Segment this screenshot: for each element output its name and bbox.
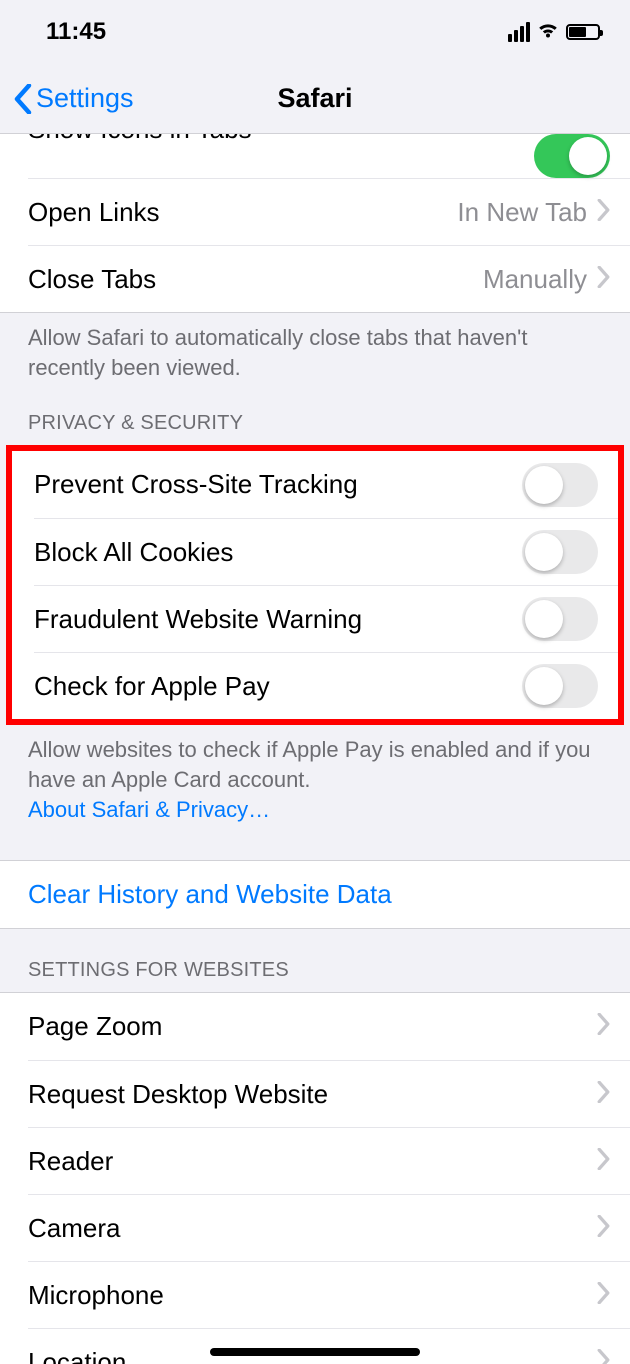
location-row[interactable]: Location: [28, 1328, 630, 1364]
privacy-header: Privacy & Security: [0, 382, 630, 445]
microphone-row[interactable]: Microphone: [28, 1261, 630, 1328]
clear-history-label: Clear History and Website Data: [28, 879, 610, 910]
open-links-label: Open Links: [28, 197, 457, 228]
chevron-right-icon: [597, 1280, 610, 1311]
back-button[interactable]: Settings: [0, 83, 134, 114]
tabs-footer: Allow Safari to automatically close tabs…: [0, 313, 630, 382]
back-label: Settings: [36, 83, 134, 114]
close-tabs-row[interactable]: Close Tabs Manually: [28, 245, 630, 312]
show-icons-toggle[interactable]: [534, 134, 610, 178]
home-indicator[interactable]: [210, 1348, 420, 1356]
chevron-left-icon: [14, 84, 32, 114]
block-cookies-toggle[interactable]: [522, 530, 598, 574]
apple-pay-toggle[interactable]: [522, 664, 598, 708]
prevent-tracking-toggle[interactable]: [522, 463, 598, 507]
chevron-right-icon: [597, 1079, 610, 1110]
cellular-icon: [508, 22, 530, 42]
fraud-warning-toggle[interactable]: [522, 597, 598, 641]
privacy-footer-text: Allow websites to check if Apple Pay is …: [28, 737, 591, 792]
show-icons-row[interactable]: Show Icons in Tabs: [0, 134, 630, 178]
prevent-tracking-label: Prevent Cross-Site Tracking: [34, 469, 522, 500]
fraud-warning-row[interactable]: Fraudulent Website Warning: [34, 585, 618, 652]
block-cookies-label: Block All Cookies: [34, 537, 522, 568]
chevron-right-icon: [597, 1213, 610, 1244]
page-zoom-row[interactable]: Page Zoom: [0, 993, 630, 1060]
websites-header: Settings for Websites: [0, 929, 630, 992]
prevent-tracking-row[interactable]: Prevent Cross-Site Tracking: [12, 451, 618, 518]
close-tabs-value: Manually: [483, 264, 587, 295]
fraud-warning-label: Fraudulent Website Warning: [34, 604, 522, 635]
reader-row[interactable]: Reader: [28, 1127, 630, 1194]
desktop-site-label: Request Desktop Website: [28, 1079, 597, 1110]
wifi-icon: [536, 19, 560, 45]
open-links-row[interactable]: Open Links In New Tab: [28, 178, 630, 245]
page-zoom-label: Page Zoom: [28, 1011, 597, 1042]
status-bar: 11:45: [0, 0, 630, 64]
about-safari-privacy-link[interactable]: About Safari & Privacy…: [28, 797, 270, 822]
open-links-value: In New Tab: [457, 197, 587, 228]
privacy-group-highlight: Prevent Cross-Site Tracking Block All Co…: [6, 445, 624, 725]
clear-group: Clear History and Website Data: [0, 860, 630, 929]
microphone-label: Microphone: [28, 1280, 597, 1311]
desktop-site-row[interactable]: Request Desktop Website: [28, 1060, 630, 1127]
close-tabs-label: Close Tabs: [28, 264, 483, 295]
chevron-right-icon: [597, 1347, 610, 1364]
chevron-right-icon: [597, 197, 610, 228]
battery-icon: [566, 24, 600, 40]
show-icons-label: Show Icons in Tabs: [28, 134, 534, 145]
status-time: 11:45: [46, 18, 106, 46]
nav-bar: Settings Safari: [0, 64, 630, 134]
apple-pay-row[interactable]: Check for Apple Pay: [34, 652, 618, 719]
block-cookies-row[interactable]: Block All Cookies: [34, 518, 618, 585]
tabs-group: Show Icons in Tabs Open Links In New Tab…: [0, 134, 630, 312]
websites-group: Page Zoom Request Desktop Website Reader…: [0, 992, 630, 1364]
status-right: [508, 19, 600, 45]
camera-label: Camera: [28, 1213, 597, 1244]
chevron-right-icon: [597, 1146, 610, 1177]
camera-row[interactable]: Camera: [28, 1194, 630, 1261]
privacy-footer: Allow websites to check if Apple Pay is …: [0, 725, 630, 824]
chevron-right-icon: [597, 264, 610, 295]
clear-history-row[interactable]: Clear History and Website Data: [0, 861, 630, 928]
apple-pay-label: Check for Apple Pay: [34, 671, 522, 702]
chevron-right-icon: [597, 1011, 610, 1042]
reader-label: Reader: [28, 1146, 597, 1177]
